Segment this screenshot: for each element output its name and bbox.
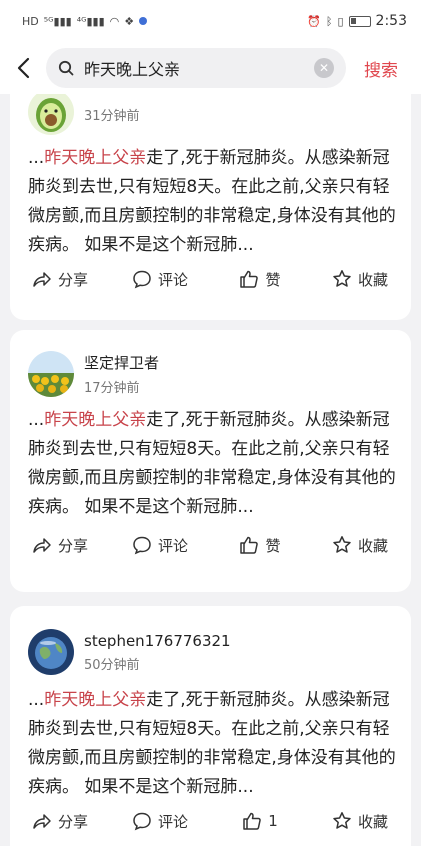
post-actions: 分享 评论 1 收藏 xyxy=(10,806,411,836)
post-prefix: ... xyxy=(28,690,45,710)
thumbs-up-icon xyxy=(240,270,259,288)
avatar[interactable] xyxy=(28,351,74,397)
status-time: 2:53 xyxy=(375,13,407,29)
post-highlight: 昨天晚上父亲 xyxy=(44,410,147,430)
search-input[interactable] xyxy=(84,58,304,78)
status-right: ⏰ ᛒ ▯ 2:53 xyxy=(307,13,407,29)
share-icon xyxy=(33,272,51,287)
post-prefix: ... xyxy=(28,410,45,430)
battery-icon xyxy=(348,15,371,27)
bluetooth-icon: ᛒ xyxy=(325,14,333,28)
notification-dot-icon xyxy=(139,17,148,25)
post-card[interactable]: stephen176776321 50分钟前 ...昨天晚上父亲走了,死于新冠肺… xyxy=(10,606,411,846)
post-time: 50分钟前 xyxy=(84,657,140,673)
share-icon xyxy=(33,814,51,829)
share-button[interactable]: 分享 xyxy=(10,535,110,556)
thumbs-up-icon xyxy=(240,536,259,554)
star-icon xyxy=(333,536,351,553)
favorite-button[interactable]: 收藏 xyxy=(310,811,410,832)
status-left: HD ⁵ᴳ▮▮▮ ⁴ᴳ▮▮▮ ◠ ❖ xyxy=(22,14,148,28)
back-button[interactable] xyxy=(0,42,46,94)
like-button[interactable]: 1 xyxy=(210,811,310,831)
post-card[interactable]: 坚定捍卫者 17分钟前 ...昨天晚上父亲走了,死于新冠肺炎。从感染新冠肺炎到去… xyxy=(10,330,411,592)
post-body[interactable]: ...昨天晚上父亲走了,死于新冠肺炎。从感染新冠肺炎到去世,只有短短8天。在此之… xyxy=(28,686,398,802)
search-box[interactable]: ✕ xyxy=(46,48,346,88)
search-button[interactable]: 搜索 xyxy=(364,56,398,81)
post-author: 坚定捍卫者 17分钟前 xyxy=(28,348,159,400)
post-prefix: ... xyxy=(28,148,45,168)
signal-5g-icon: ⁵ᴳ▮▮▮ xyxy=(43,14,72,28)
post-username[interactable]: 坚定捍卫者 xyxy=(84,352,159,373)
comment-button[interactable]: 评论 xyxy=(110,269,210,290)
comment-icon xyxy=(133,812,151,831)
nfc-icon: ❖ xyxy=(124,14,135,28)
comment-button[interactable]: 评论 xyxy=(110,535,210,556)
post-author: 31分钟前 xyxy=(28,94,140,138)
sunflower-field-avatar-icon xyxy=(28,351,74,397)
post-author: stephen176776321 50分钟前 xyxy=(28,626,231,678)
vibrate-icon: ▯ xyxy=(337,14,344,28)
share-button[interactable]: 分享 xyxy=(10,269,110,290)
post-card[interactable]: 31分钟前 ...昨天晚上父亲走了,死于新冠肺炎。从感染新冠肺炎到去世,只有短短… xyxy=(10,94,411,320)
post-body[interactable]: ...昨天晚上父亲走了,死于新冠肺炎。从感染新冠肺炎到去世,只有短短8天。在此之… xyxy=(28,406,398,522)
status-bar: HD ⁵ᴳ▮▮▮ ⁴ᴳ▮▮▮ ◠ ❖ ⏰ ᛒ ▯ 2:53 xyxy=(0,0,421,42)
like-button[interactable]: 赞 xyxy=(210,269,310,290)
comment-icon xyxy=(133,270,151,289)
avatar[interactable] xyxy=(28,94,74,135)
search-icon xyxy=(58,60,74,76)
favorite-button[interactable]: 收藏 xyxy=(310,269,410,290)
comment-icon xyxy=(133,536,151,555)
comment-button[interactable]: 评论 xyxy=(110,811,210,832)
earth-avatar-icon xyxy=(28,629,74,675)
post-actions: 分享 评论 赞 收藏 xyxy=(10,530,411,560)
share-button[interactable]: 分享 xyxy=(10,811,110,832)
like-count: 1 xyxy=(268,812,278,830)
avocado-avatar-icon xyxy=(28,94,74,135)
post-highlight: 昨天晚上父亲 xyxy=(44,148,147,168)
chevron-left-icon xyxy=(17,57,30,79)
share-icon xyxy=(33,538,51,553)
post-time: 17分钟前 xyxy=(84,381,140,396)
search-results-feed[interactable]: 31分钟前 ...昨天晚上父亲走了,死于新冠肺炎。从感染新冠肺炎到去世,只有短短… xyxy=(0,94,421,846)
post-body[interactable]: ...昨天晚上父亲走了,死于新冠肺炎。从感染新冠肺炎到去世,只有短短8天。在此之… xyxy=(28,144,398,260)
favorite-button[interactable]: 收藏 xyxy=(310,535,410,556)
search-header: ✕ 搜索 xyxy=(0,42,421,94)
star-icon xyxy=(333,270,351,287)
post-username[interactable]: stephen176776321 xyxy=(84,632,231,650)
thumbs-up-icon xyxy=(243,812,261,830)
like-button[interactable]: 赞 xyxy=(210,535,310,556)
post-actions: 分享 评论 赞 收藏 xyxy=(10,264,411,294)
alarm-icon: ⏰ xyxy=(307,14,321,28)
hd-icon: HD xyxy=(22,14,39,28)
signal-4g-icon: ⁴ᴳ▮▮▮ xyxy=(76,14,105,28)
avatar[interactable] xyxy=(28,629,74,675)
post-time: 31分钟前 xyxy=(84,108,140,124)
post-highlight: 昨天晚上父亲 xyxy=(44,690,147,710)
clear-search-button[interactable]: ✕ xyxy=(314,58,334,78)
wifi-icon: ◠ xyxy=(109,14,120,28)
star-icon xyxy=(333,812,351,829)
